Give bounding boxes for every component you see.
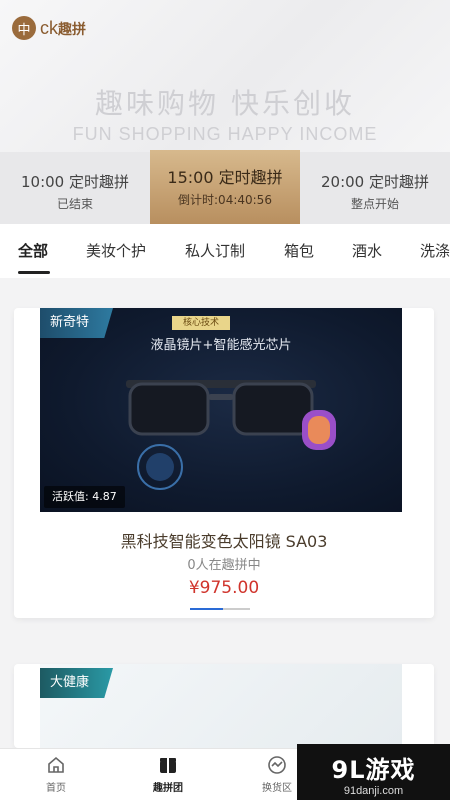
slogan-chinese: 趣味购物 快乐创收 bbox=[95, 87, 355, 120]
hero-banner: 中 ck趣拼 趣味购物 快乐创收 FUN SHOPPING HAPPY INCO… bbox=[0, 0, 450, 152]
group-progress-fill bbox=[190, 608, 223, 610]
tab-group-buy[interactable]: 趣拼团 bbox=[133, 755, 203, 794]
slot-status: 已结束 bbox=[56, 197, 93, 211]
logo-text: ck bbox=[40, 17, 58, 38]
tab-bags[interactable]: 箱包 bbox=[284, 240, 314, 261]
tab-home-label: 首页 bbox=[46, 783, 66, 794]
active-tab-indicator bbox=[18, 271, 50, 274]
product-card[interactable]: 核心技术 液晶镜片+智能感光芯片 活跃值: 4.87 新奇特 黑科技智能变色太阳… bbox=[14, 308, 434, 618]
app-logo: 中 ck趣拼 bbox=[12, 16, 86, 40]
product-tag: 大健康 bbox=[40, 668, 114, 698]
slogan-english: FUN SHOPPING HAPPY INCOME bbox=[72, 124, 378, 144]
tab-liquor[interactable]: 酒水 bbox=[352, 240, 382, 261]
time-slot-1500[interactable]: 15:00 定时趣拼 倒计时:04:40:56 bbox=[150, 150, 300, 224]
activity-score: 活跃值: 4.87 bbox=[44, 486, 125, 508]
watermark-logo: 9L游戏 bbox=[331, 756, 416, 784]
home-icon bbox=[48, 756, 64, 773]
slot-time: 10:00 定时趣拼 bbox=[21, 173, 129, 191]
slot-status: 整点开始 bbox=[350, 197, 399, 211]
slot-time: 20:00 定时趣拼 bbox=[321, 173, 429, 191]
chip-graphic bbox=[302, 410, 336, 450]
time-slot-strip: 10:00 定时趣拼 已结束 15:00 定时趣拼 倒计时:04:40:56 2… bbox=[0, 150, 450, 224]
participant-count: 0人在趣拼中 bbox=[187, 558, 261, 573]
product-price: ¥975.00 bbox=[188, 578, 260, 598]
tab-custom[interactable]: 私人订制 bbox=[185, 240, 245, 261]
product-card[interactable]: 大健康 bbox=[14, 664, 434, 748]
logo-icon: 中 bbox=[12, 16, 36, 40]
group-progress-bar bbox=[190, 608, 250, 610]
logo-suffix: 趣拼 bbox=[58, 20, 86, 37]
gift-icon bbox=[160, 758, 176, 773]
tab-beauty[interactable]: 美妆个护 bbox=[86, 240, 146, 261]
tab-group-buy-label: 趣拼团 bbox=[153, 783, 183, 794]
tab-all[interactable]: 全部 bbox=[18, 240, 48, 261]
tab-home[interactable]: 首页 bbox=[21, 755, 91, 794]
core-tech-badge: 核心技术 bbox=[172, 316, 230, 330]
category-tabs: 全部 美妆个护 私人订制 箱包 酒水 洗涤 bbox=[0, 224, 450, 278]
tab-detergent[interactable]: 洗涤 bbox=[420, 240, 450, 261]
exchange-icon bbox=[268, 756, 286, 774]
product-name: 黑科技智能变色太阳镜 SA03 bbox=[120, 532, 328, 551]
sunglasses-graphic bbox=[126, 380, 316, 490]
product-image[interactable]: 核心技术 液晶镜片+智能感光芯片 活跃值: 4.87 bbox=[40, 308, 402, 512]
time-slot-1000[interactable]: 10:00 定时趣拼 已结束 bbox=[0, 152, 150, 224]
time-slot-2000[interactable]: 20:00 定时趣拼 整点开始 bbox=[300, 152, 450, 224]
slot-countdown: 倒计时:04:40:56 bbox=[178, 193, 272, 207]
site-watermark: 9L游戏 91danji.com bbox=[297, 744, 450, 800]
product-tag: 新奇特 bbox=[40, 308, 114, 338]
slot-time: 15:00 定时趣拼 bbox=[167, 168, 283, 187]
watermark-url: 91danji.com bbox=[343, 785, 404, 797]
